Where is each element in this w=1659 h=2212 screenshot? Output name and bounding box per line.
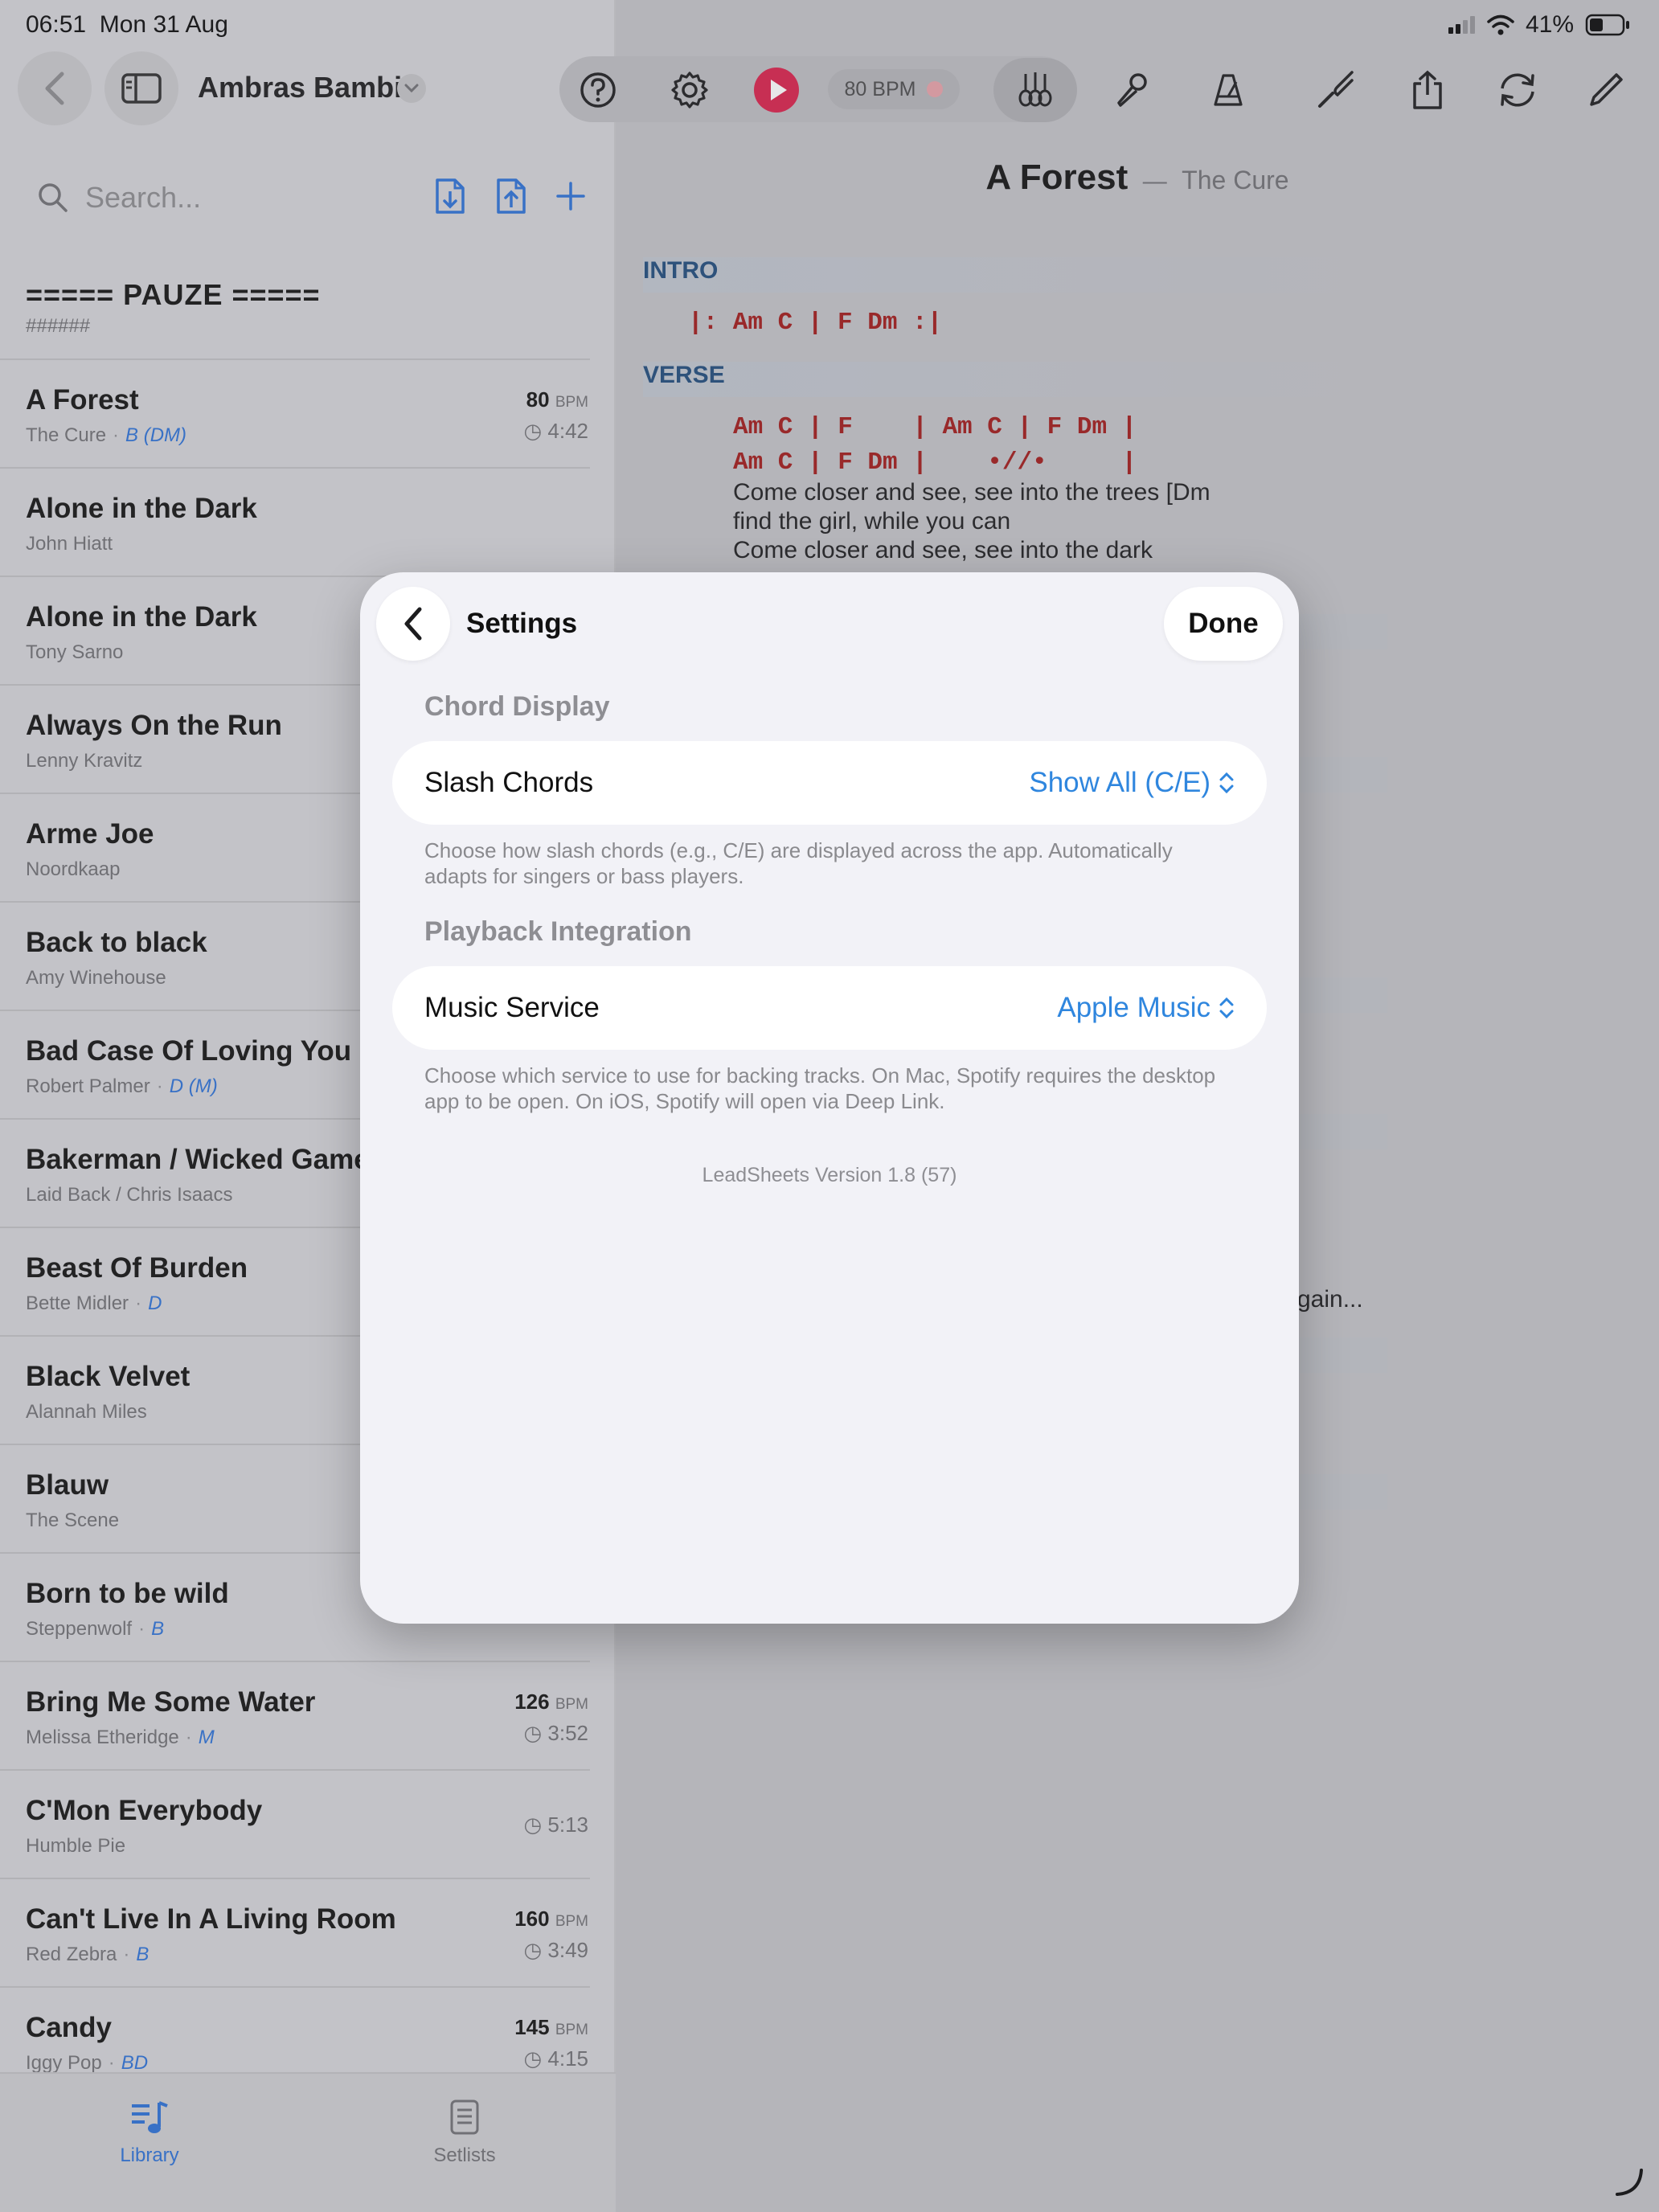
music-service-picker[interactable]: Apple Music	[1057, 992, 1235, 1024]
music-service-row[interactable]: Music Service Apple Music	[392, 966, 1267, 1050]
battery-icon	[1585, 14, 1629, 36]
sheet-title: Settings	[466, 608, 578, 639]
wifi-icon	[1487, 14, 1514, 35]
settings-sheet: Settings Done Chord Display Slash Chords…	[360, 572, 1299, 1624]
chevron-left-icon	[404, 607, 422, 641]
battery-percent: 41%	[1525, 11, 1574, 38]
setting-label: Music Service	[424, 992, 600, 1023]
setting-label: Slash Chords	[424, 767, 594, 798]
section-header-playback: Playback Integration	[424, 916, 692, 947]
app-version: LeadSheets Version 1.8 (57)	[702, 1164, 957, 1186]
status-bar: 06:51 Mon 31 Aug 41%	[0, 0, 1659, 51]
music-service-help: Choose which service to use for backing …	[424, 1063, 1216, 1113]
done-button[interactable]: Done	[1164, 587, 1283, 661]
resize-handle-icon[interactable]	[1612, 2165, 1645, 2198]
slash-chords-row[interactable]: Slash Chords Show All (C/E)	[392, 741, 1267, 825]
back-button[interactable]	[376, 587, 450, 661]
picker-value: Show All (C/E)	[1029, 767, 1210, 798]
section-header-chord-display: Chord Display	[424, 691, 610, 722]
chevron-up-down-icon	[1219, 772, 1234, 794]
cellular-signal-icon	[1448, 16, 1475, 34]
slash-chords-picker[interactable]: Show All (C/E)	[1029, 767, 1235, 799]
slash-chords-help: Choose how slash chords (e.g., C/E) are …	[424, 838, 1173, 888]
status-time: 06:51 Mon 31 Aug	[26, 11, 228, 38]
picker-value: Apple Music	[1057, 992, 1210, 1023]
status-indicators: 41%	[1448, 11, 1630, 39]
chevron-up-down-icon	[1219, 997, 1234, 1019]
